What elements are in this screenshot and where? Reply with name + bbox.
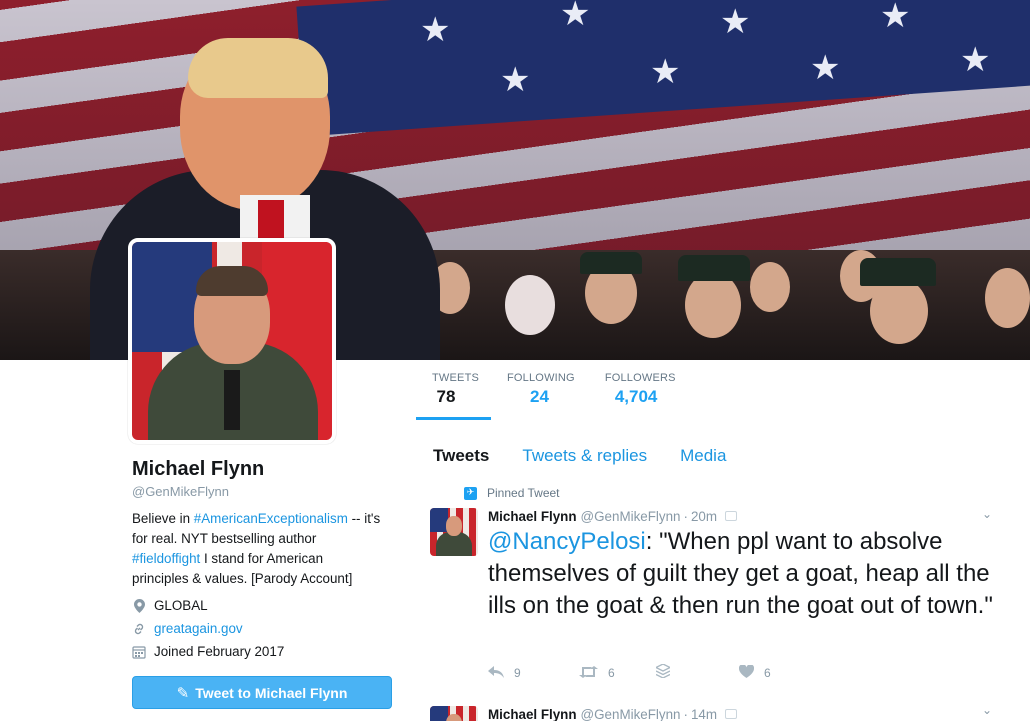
crowd-person <box>505 275 555 335</box>
tweet-author-name[interactable]: Michael Flynn <box>488 509 577 524</box>
tweet-author-handle[interactable]: @GenMikeFlynn <box>581 707 681 721</box>
reply-count: 9 <box>514 666 521 680</box>
flag-star: ★ <box>560 0 591 34</box>
tweet-author-handle[interactable]: @GenMikeFlynn <box>581 509 681 524</box>
crowd-person-cap <box>678 255 750 281</box>
crowd-person-cap <box>580 252 642 274</box>
like-button[interactable]: 6 <box>738 664 771 682</box>
app-icon <box>725 709 737 719</box>
tweet-author-name[interactable]: Michael Flynn <box>488 707 577 721</box>
link-icon <box>132 622 146 636</box>
crowd-person <box>870 278 928 344</box>
pin-icon: ✈ <box>464 486 477 500</box>
retweet-count: 6 <box>608 666 615 680</box>
tweet-avatar[interactable] <box>430 706 478 721</box>
bio-hashtag[interactable]: #AmericanExceptionalism <box>194 511 348 526</box>
tweet-actions: 9 6 6 <box>488 663 771 682</box>
heart-icon <box>738 664 755 682</box>
flag-star: ★ <box>720 2 751 42</box>
chevron-down-icon[interactable]: ⌄ <box>982 703 992 717</box>
quill-icon: ✎ <box>176 683 190 702</box>
flag-star: ★ <box>810 48 841 88</box>
profile-url[interactable]: greatagain.gov <box>132 621 243 636</box>
speaker-hair <box>188 38 328 98</box>
calendar-icon <box>132 645 146 659</box>
stat-followers[interactable]: FOLLOWERS 4,704 <box>590 360 691 420</box>
flag-star: ★ <box>500 60 531 100</box>
profile-handle[interactable]: @GenMikeFlynn <box>132 484 229 499</box>
profile-name[interactable]: Michael Flynn <box>132 458 264 481</box>
crowd-person-cap <box>860 258 936 286</box>
stat-value: 78 <box>436 387 456 406</box>
stat-value: 24 <box>530 387 549 406</box>
tweet-avatar[interactable] <box>430 508 478 556</box>
location-text: GLOBAL <box>154 598 208 613</box>
timeline-tabs: Tweets Tweets & replies Media <box>433 446 759 466</box>
profile-location: GLOBAL <box>132 598 208 613</box>
stat-following[interactable]: FOLLOWING 24 <box>492 360 590 420</box>
profile-bio: Believe in #AmericanExceptionalism -- it… <box>132 509 382 589</box>
map-pin-icon <box>132 598 146 613</box>
retweet-icon <box>579 664 598 682</box>
tweet-text: @NancyPelosi: "When ppl want to absolve … <box>488 526 1008 622</box>
tweet-to-label: Tweet to Michael Flynn <box>195 684 348 701</box>
bio-text: Believe in <box>132 511 194 526</box>
flag-star: ★ <box>960 40 991 80</box>
profile-stats-nav: TWEETS 78 FOLLOWING 24 FOLLOWERS 4,704 <box>416 360 691 420</box>
tweet-timestamp[interactable]: 20m <box>691 509 717 524</box>
stat-tweets[interactable]: TWEETS 78 <box>416 360 491 420</box>
crowd-person <box>750 262 790 312</box>
pinned-tweet-label: ✈ Pinned Tweet <box>464 486 560 500</box>
flag-star: ★ <box>880 0 911 36</box>
bio-hashtag[interactable]: #fieldoffight <box>132 551 200 566</box>
reply-button[interactable]: 9 <box>488 664 579 682</box>
crowd-person <box>985 268 1030 328</box>
chevron-down-icon[interactable]: ⌄ <box>982 507 992 521</box>
flag-star: ★ <box>650 52 681 92</box>
tweet-header: Michael Flynn @GenMikeFlynn · 14m <box>488 707 737 721</box>
retweet-button[interactable]: 6 <box>579 664 656 682</box>
tweet-to-button[interactable]: ✎ Tweet to Michael Flynn <box>132 676 392 709</box>
flag-star: ★ <box>420 10 451 50</box>
url-link[interactable]: greatagain.gov <box>154 621 243 636</box>
profile-joined: Joined February 2017 <box>132 644 284 659</box>
tab-media[interactable]: Media <box>680 446 726 466</box>
tab-tweets-replies[interactable]: Tweets & replies <box>522 446 647 466</box>
like-count: 6 <box>764 666 771 680</box>
tweet-mention[interactable]: @NancyPelosi <box>488 528 646 555</box>
pinned-text: Pinned Tweet <box>487 486 560 500</box>
tab-tweets[interactable]: Tweets <box>433 446 489 466</box>
stat-label: FOLLOWERS <box>604 372 676 384</box>
app-icon <box>725 511 737 521</box>
stat-label: FOLLOWING <box>507 372 575 384</box>
joined-text: Joined February 2017 <box>154 644 285 659</box>
tweet-header: Michael Flynn @GenMikeFlynn · 20m <box>488 509 737 524</box>
stack-icon <box>654 663 672 682</box>
tweet-timestamp[interactable]: 14m <box>691 707 717 721</box>
stat-value: 4,704 <box>614 387 658 406</box>
reply-icon <box>488 664 504 682</box>
moments-button[interactable] <box>654 663 739 682</box>
profile-avatar[interactable] <box>128 238 336 444</box>
crowd-person <box>685 272 741 338</box>
stat-label: TWEETS <box>432 372 480 384</box>
